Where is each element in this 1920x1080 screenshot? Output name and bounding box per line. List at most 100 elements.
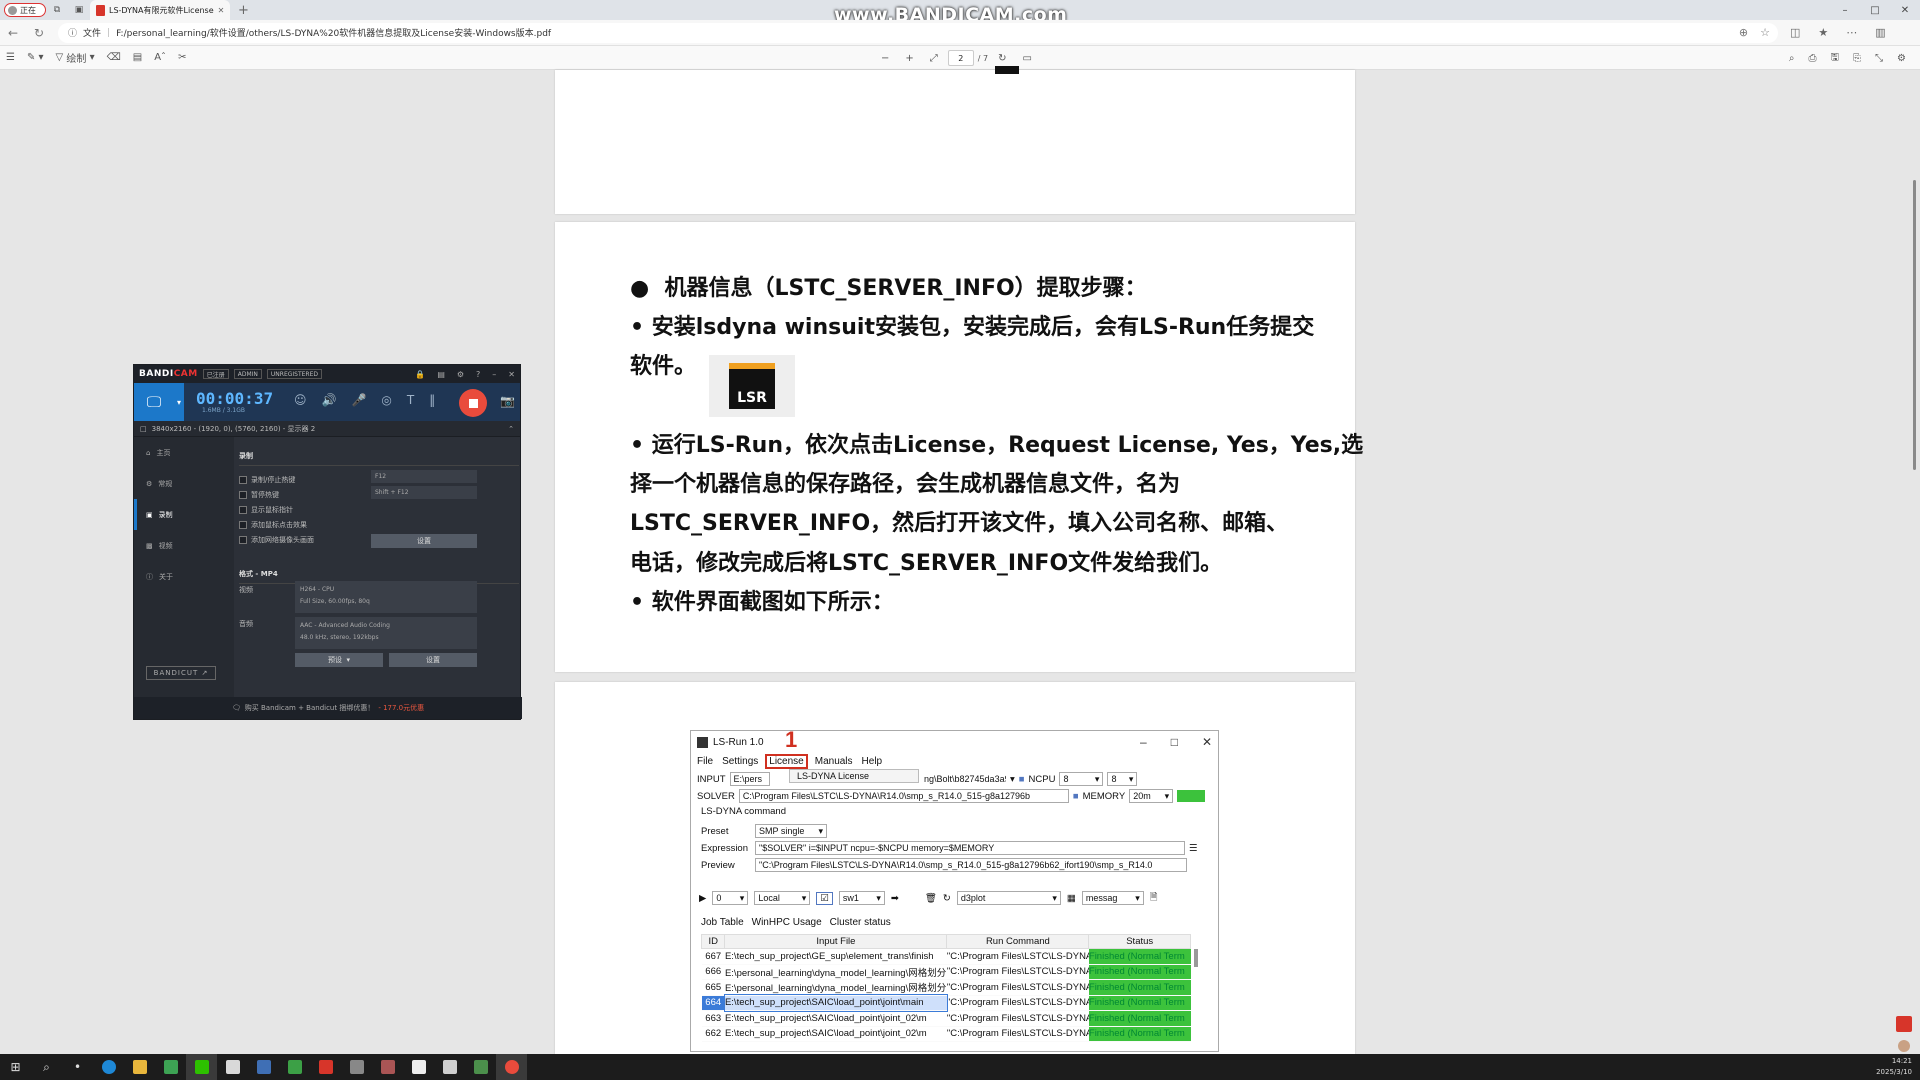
cursor-checkbox[interactable] [239,505,247,514]
pdf-toolbar: ☰ ✎ ▾ ▽ 绘制 ▾ ⌫ ▤ Aˆ ✂ − + ⤢ 2 / 7 ↻ ▭ ⌕ … [0,46,1920,70]
bandicam-taskbar-icon[interactable] [496,1054,527,1080]
preset-dropdown[interactable]: 预设 ▾ [295,653,383,667]
fullscreen-icon[interactable]: ⤡ [1869,49,1889,67]
video-label: 视频 [239,586,253,594]
lock-icon[interactable]: 🔒 [415,370,425,379]
save-icon[interactable]: 🖫 [1825,49,1846,67]
vertical-tabs-icon[interactable]: ▣ [68,2,90,18]
task-view-icon[interactable]: • [62,1054,93,1080]
screen-mode-icon[interactable]: 🖵 [134,383,174,421]
page-scrollbar[interactable] [1913,180,1916,470]
favorites-icon[interactable]: ★ [1818,26,1828,39]
microphone-icon[interactable]: 🎤 [351,393,366,407]
promo-text[interactable]: 购买 Bandicam + Bandicut 捆绑优惠！ [245,703,375,713]
pause-hotkey-input[interactable]: Shift + F12 [371,486,477,499]
sidebar-item-home[interactable]: ⌂ 主页 [134,437,234,468]
sidebar-item-record[interactable]: ▣ 录制 [134,499,234,530]
help-icon[interactable]: ? [476,370,480,379]
hotkey-input[interactable]: F12 [371,470,477,483]
click-effect-checkbox[interactable] [239,520,247,529]
stop-record-button[interactable] [459,389,487,417]
eraser-icon[interactable]: ⌫ [101,49,127,67]
sidebar-item-video[interactable]: ▩ 视频 [134,530,234,561]
bandicut-button[interactable]: BANDICUT ↗ [146,666,216,680]
close-tab-icon[interactable]: ✕ [218,6,225,15]
hotkey-checkbox[interactable] [239,475,247,484]
pause-hotkey-checkbox[interactable] [239,490,247,499]
table-row: 662 E:\tech_sup_project\SAIC\load_point\j… [701,1026,1191,1042]
format-settings-button[interactable]: 设置 [389,653,477,667]
zoom-out-icon[interactable]: − [875,49,895,67]
refresh-icon[interactable]: ↻ [26,26,52,40]
local-select: Local ▾ [754,891,811,905]
workspaces-icon[interactable]: ⧉ [46,2,68,18]
add-text-icon[interactable]: ▤ [127,49,148,67]
page-view-icon[interactable]: ▭ [1017,49,1038,67]
register-pill[interactable]: 已注册 [202,369,229,379]
taskbar-search-icon[interactable]: ⌕ [31,1054,62,1080]
highlight-icon[interactable]: ✎ ▾ [21,49,50,67]
contents-icon[interactable]: ☰ [0,49,21,67]
solver-folder-icon: ■ [1072,790,1079,802]
settings-icon[interactable]: ⚙ [1891,49,1912,67]
pdf-side-icon[interactable] [1896,1016,1912,1032]
close-window-icon[interactable]: ✕ [1890,0,1920,20]
zoom-in-icon[interactable]: + [899,49,919,67]
webcam-overlay-checkbox[interactable] [239,535,247,544]
bandicam-minimize-icon[interactable]: – [492,370,496,379]
bandicam-settings-icon[interactable]: ⚙ [457,370,464,379]
fit-page-icon[interactable]: ⤢ [924,49,944,67]
document-app-icon[interactable] [403,1054,434,1080]
notepad-icon[interactable] [155,1054,186,1080]
folder-icon[interactable]: ▤ [437,370,445,379]
maximize-icon[interactable]: □ [1860,0,1890,20]
sidebar-item-general[interactable]: ⚙ 常规 [134,468,234,499]
app-icon-3[interactable] [279,1054,310,1080]
speaker-icon[interactable]: 🔊 [322,393,337,407]
text-overlay-icon[interactable]: T [407,393,414,407]
rotate-icon[interactable]: ↻ [992,49,1012,67]
read-aloud-icon[interactable]: ⊕ [1739,26,1748,39]
app-icon-2[interactable] [248,1054,279,1080]
page-number-input[interactable]: 2 [947,50,974,66]
record-settings-button[interactable]: 设置 [371,534,477,548]
app-icon-5[interactable] [372,1054,403,1080]
read-aloud-pdf-icon[interactable]: Aˆ [148,49,172,67]
sidebar-toggle-icon[interactable]: ▥ [1875,26,1885,39]
mode-dropdown-icon[interactable]: ▾ [174,383,185,421]
screenshot-camera-icon[interactable]: 📷 [500,394,515,408]
mouse-effect-icon[interactable]: ◎ [381,393,391,407]
print-icon[interactable]: ⎙ [1803,49,1823,67]
translate-icon[interactable]: ✂ [172,49,192,67]
ncpu-value-2: 8 [1111,774,1117,784]
save-as-icon[interactable]: ⎘ [1847,49,1867,67]
assistant-avatar[interactable] [1898,1040,1910,1052]
app-icon-6[interactable] [434,1054,465,1080]
app-icon-1[interactable] [217,1054,248,1080]
edge-icon[interactable] [93,1054,124,1080]
app-icon-7[interactable] [465,1054,496,1080]
minimize-icon[interactable]: – [1830,0,1860,20]
wechat-icon[interactable] [186,1054,217,1080]
favorite-star-icon[interactable]: ☆ [1760,26,1770,39]
taskbar-clock[interactable]: 14:21 2025/3/10 [1876,1056,1912,1078]
webcam-icon[interactable]: ☺ [294,393,307,407]
sidebar-item-about[interactable]: ⓘ 关于 [134,561,234,592]
tab-pdf[interactable]: LS-DYNA有限元软件License ✕ [90,0,230,20]
pause-icon[interactable]: ‖ [429,393,435,407]
back-icon[interactable]: ← [0,26,26,40]
split-screen-icon[interactable]: ◫ [1790,26,1800,39]
file-explorer-icon[interactable] [124,1054,155,1080]
draw-button[interactable]: ▽ 绘制 ▾ [50,49,101,67]
more-menu-icon[interactable]: ⋯ [1846,26,1857,39]
bandicam-close-icon[interactable]: ✕ [508,370,515,379]
acrobat-icon[interactable] [310,1054,341,1080]
profile-button[interactable]: 正在 [4,3,46,17]
collapse-icon[interactable]: ⌃ [508,425,514,433]
search-icon[interactable]: ⌕ [1783,49,1801,67]
app-icon-4[interactable] [341,1054,372,1080]
start-icon[interactable]: ⊞ [0,1054,31,1080]
url-field[interactable]: ⓘ 文件 | F:/personal_learning/软件设置/others/… [58,22,1778,43]
promo-discount[interactable]: - 177.0元优惠 [378,703,424,713]
new-tab-icon[interactable]: + [238,3,249,18]
